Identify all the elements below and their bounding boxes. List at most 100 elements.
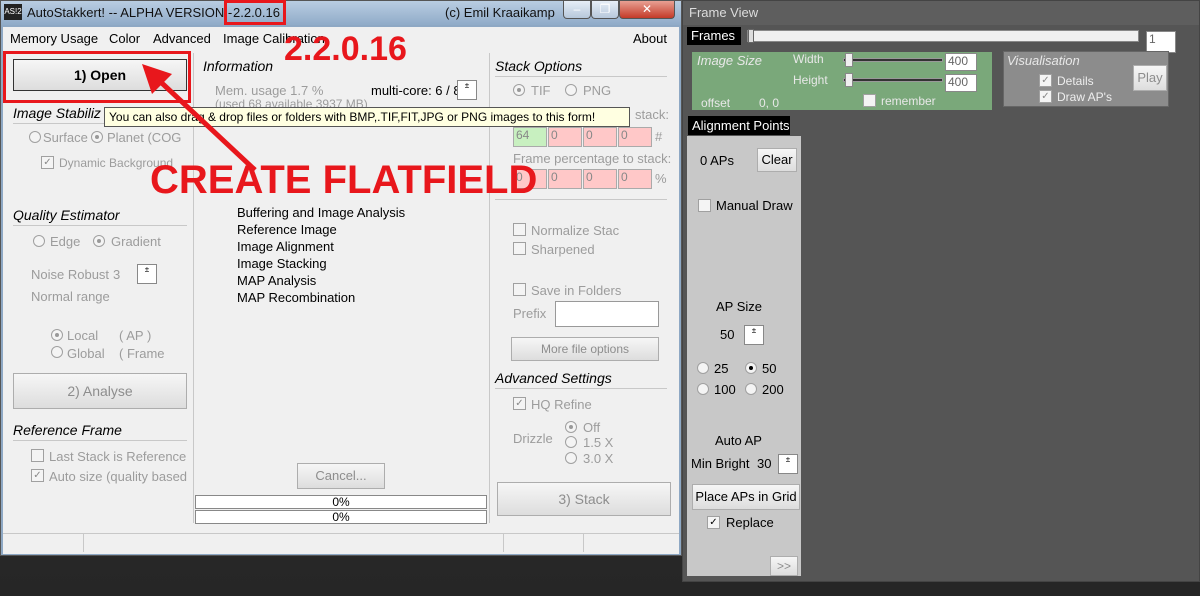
- frame-slider-thumb[interactable]: [748, 29, 754, 43]
- ap-size-50-label: 50: [762, 361, 777, 376]
- drizzle-15-radio[interactable]: [565, 436, 577, 448]
- multicore-label: multi-core: 6 / 8: [371, 83, 461, 98]
- auto-size-checkbox[interactable]: ✓: [31, 469, 44, 482]
- frame-view-title-bar[interactable]: Frame View: [683, 1, 1199, 25]
- planet-radio[interactable]: [91, 131, 103, 143]
- min-bright-spinner[interactable]: ±: [778, 454, 798, 474]
- ap-size-200-label: 200: [762, 382, 784, 397]
- ap-size-spinner[interactable]: ±: [744, 325, 764, 345]
- last-stack-label: Last Stack is Reference: [49, 449, 187, 464]
- divider: [690, 451, 798, 452]
- step-item: Image Stacking: [237, 256, 327, 271]
- offset-value: 0, 0: [759, 96, 780, 110]
- percent-field-3[interactable]: 0: [583, 169, 617, 189]
- hq-refine-checkbox[interactable]: ✓: [513, 397, 526, 410]
- drizzle-off-radio[interactable]: [565, 421, 577, 433]
- height-input[interactable]: 400: [945, 74, 977, 92]
- edge-radio[interactable]: [33, 235, 45, 247]
- play-button[interactable]: Play: [1133, 65, 1167, 91]
- frame-number-input[interactable]: 1: [1146, 31, 1176, 53]
- advanced-settings-heading: Advanced Settings: [495, 370, 612, 386]
- surface-radio[interactable]: [29, 131, 41, 143]
- cancel-button[interactable]: Cancel...: [297, 463, 385, 489]
- status-bar: [3, 533, 679, 552]
- height-slider[interactable]: [843, 78, 943, 82]
- ap-size-25-radio[interactable]: [697, 362, 709, 374]
- divider: [690, 318, 798, 319]
- menu-color[interactable]: Color: [109, 31, 140, 46]
- edge-label: Edge: [50, 234, 81, 249]
- sharpened-checkbox[interactable]: [513, 242, 526, 255]
- width-slider[interactable]: [843, 58, 943, 62]
- step-item: MAP Analysis: [237, 273, 317, 288]
- minimize-button[interactable]: –: [563, 1, 591, 19]
- draw-aps-checkbox[interactable]: ✓: [1039, 90, 1052, 103]
- prefix-label: Prefix: [513, 306, 547, 321]
- global-frame-label: ( Frame: [119, 346, 165, 361]
- save-in-folders-checkbox[interactable]: [513, 283, 526, 296]
- ap-size-25-label: 25: [714, 361, 729, 376]
- next-button[interactable]: >>: [770, 556, 798, 576]
- divider: [13, 440, 187, 441]
- analyse-button[interactable]: 2) Analyse: [13, 373, 187, 409]
- tif-radio[interactable]: [513, 84, 525, 96]
- clear-button[interactable]: Clear: [757, 148, 797, 172]
- multicore-spinner[interactable]: ±: [457, 80, 477, 100]
- maximize-button[interactable]: ❐: [591, 1, 619, 19]
- last-stack-checkbox[interactable]: [31, 449, 44, 462]
- divider: [495, 76, 667, 77]
- percent-unit: %: [655, 171, 667, 186]
- frames-label: Frames: [687, 27, 741, 45]
- frame-display-area[interactable]: [803, 116, 1193, 576]
- width-input[interactable]: 400: [945, 53, 977, 71]
- height-slider-thumb[interactable]: [845, 73, 853, 87]
- gradient-radio[interactable]: [93, 235, 105, 247]
- quality-estimator-heading: Quality Estimator: [13, 207, 120, 223]
- width-label: Width: [793, 52, 824, 66]
- ap-size-200-radio[interactable]: [745, 383, 757, 395]
- percent-field-2[interactable]: 0: [548, 169, 582, 189]
- prefix-input[interactable]: [555, 301, 659, 327]
- frames-field-4[interactable]: 0: [618, 127, 652, 147]
- frames-field-2[interactable]: 0: [548, 127, 582, 147]
- ap-size-100-label: 100: [714, 382, 736, 397]
- details-label: Details: [1057, 74, 1094, 88]
- window-title: AutoStakkert! -- ALPHA VERSION -: [27, 5, 233, 20]
- more-file-options-button[interactable]: More file options: [511, 337, 659, 361]
- stack-button[interactable]: 3) Stack: [497, 482, 671, 516]
- alignment-points-heading: Alignment Points: [688, 116, 790, 135]
- noise-robust-spinner[interactable]: ±: [137, 264, 157, 284]
- author-label: (c) Emil Kraaikamp: [445, 5, 555, 20]
- normalize-checkbox[interactable]: [513, 223, 526, 236]
- local-label: Local: [67, 328, 99, 343]
- replace-checkbox[interactable]: ✓: [707, 516, 720, 529]
- png-radio[interactable]: [565, 84, 577, 96]
- title-bar[interactable]: AS!2 AutoStakkert! -- ALPHA VERSION - 2.…: [1, 1, 681, 25]
- step-item: Image Alignment: [237, 239, 334, 254]
- dynamic-background-checkbox[interactable]: ✓: [41, 156, 54, 169]
- width-slider-thumb[interactable]: [845, 53, 853, 67]
- remember-label: remember: [881, 94, 936, 108]
- menu-about[interactable]: About: [633, 31, 667, 46]
- global-radio[interactable]: [51, 346, 63, 358]
- close-button[interactable]: ✕: [619, 1, 675, 19]
- frame-slider[interactable]: [747, 29, 1139, 43]
- drizzle-30-label: 3.0 X: [583, 451, 614, 466]
- local-radio[interactable]: [51, 329, 63, 341]
- ap-size-100-radio[interactable]: [697, 383, 709, 395]
- drizzle-30-radio[interactable]: [565, 452, 577, 464]
- menu-advanced[interactable]: Advanced: [153, 31, 211, 46]
- frames-field-1[interactable]: 64: [513, 127, 547, 147]
- details-checkbox[interactable]: ✓: [1039, 74, 1052, 87]
- frame-view-title: Frame View: [689, 5, 759, 20]
- manual-draw-checkbox[interactable]: [698, 199, 711, 212]
- remember-checkbox[interactable]: [863, 94, 876, 107]
- place-aps-in-grid-button[interactable]: Place APs in Grid: [692, 484, 800, 510]
- drizzle-off-label: Off: [583, 420, 601, 435]
- percent-field-4[interactable]: 0: [618, 169, 652, 189]
- frames-field-3[interactable]: 0: [583, 127, 617, 147]
- arrow-shaft: [148, 70, 257, 172]
- ap-size-50-radio[interactable]: [745, 362, 757, 374]
- divider: [495, 388, 667, 389]
- menu-memory-usage[interactable]: Memory Usage: [10, 31, 98, 46]
